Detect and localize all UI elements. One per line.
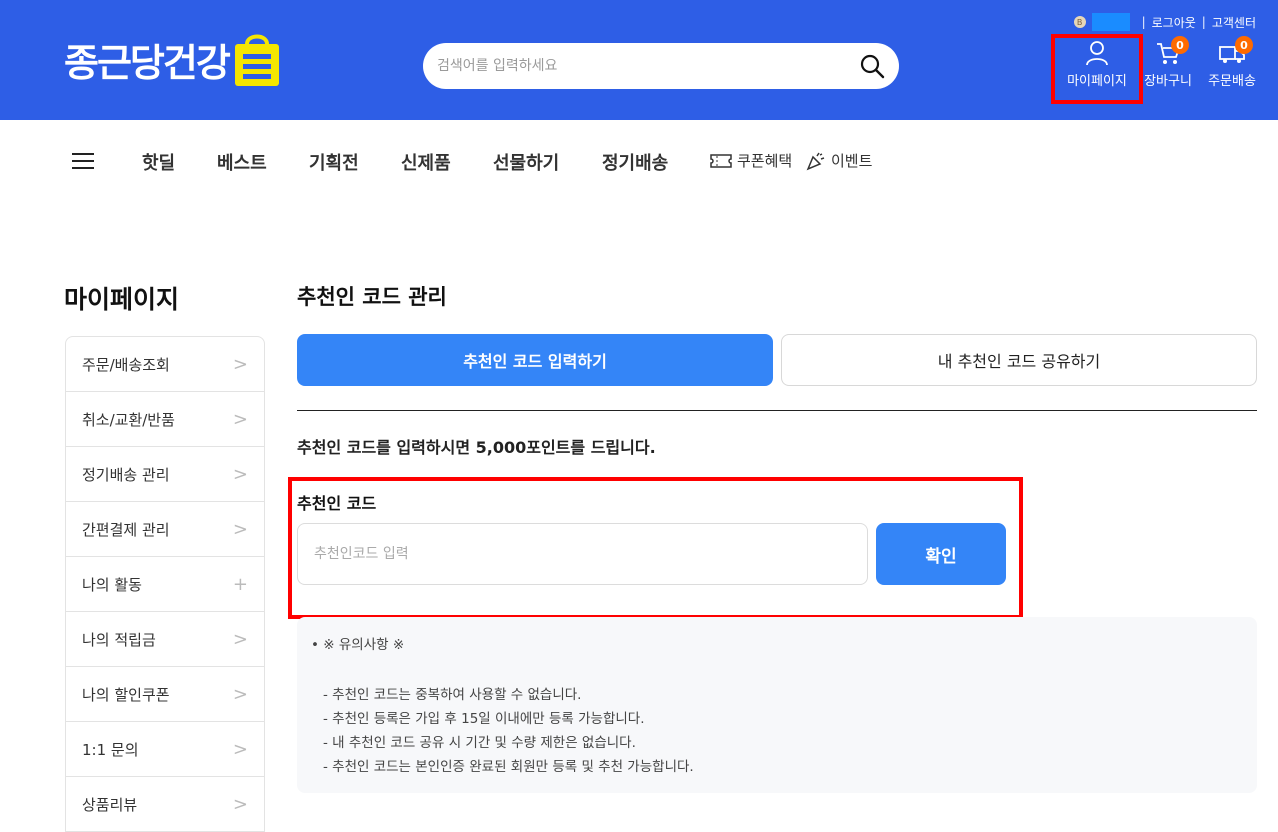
plus-icon: +	[232, 573, 248, 595]
confirm-button[interactable]: 확인	[876, 523, 1006, 585]
chevron-right-icon: >	[232, 353, 248, 375]
member-grade-icon: B	[1073, 16, 1086, 28]
shopping-bag-logo-icon	[234, 34, 279, 86]
guide-line: - 추천인 코드는 중복하여 사용할 수 없습니다.	[323, 687, 582, 703]
divider: |	[1201, 15, 1206, 29]
chevron-right-icon: >	[232, 738, 248, 760]
sidebar-item-easy-pay[interactable]: 간편결제 관리 >	[66, 502, 264, 557]
sidebar-title: 마이페이지	[64, 285, 180, 314]
mypage-button[interactable]: 마이페이지	[1062, 40, 1132, 89]
chevron-right-icon: >	[232, 793, 248, 815]
nav-new[interactable]: 신제품	[401, 149, 451, 175]
sidebar-item-inquiry[interactable]: 1:1 문의 >	[66, 722, 264, 777]
customer-center-link[interactable]: 고객센터	[1212, 14, 1256, 31]
cart-button[interactable]: 장바구니 0	[1133, 36, 1203, 89]
header: 종근당건강 B | 로그아웃 | 고객센터 마이페이지	[0, 0, 1278, 120]
reward-notice: 추천인 코드를 입력하시면 5,000포인트를 드립니다.	[297, 438, 656, 457]
guide-title: • ※ 유의사항 ※	[311, 637, 405, 653]
tab-share-code[interactable]: 내 추천인 코드 공유하기	[781, 334, 1257, 386]
nav-coupon[interactable]: 쿠폰혜택	[710, 150, 792, 171]
chevron-right-icon: >	[232, 408, 248, 430]
chevron-right-icon: >	[232, 683, 248, 705]
divider	[297, 410, 1257, 411]
sidebar-item-reviews[interactable]: 상품리뷰 >	[66, 777, 264, 832]
nav-event-label: 이벤트	[831, 152, 873, 170]
hamburger-menu-icon[interactable]	[72, 153, 94, 171]
nav-best[interactable]: 베스트	[217, 149, 267, 175]
nav-exhibition[interactable]: 기획전	[309, 149, 359, 175]
divider: |	[1141, 15, 1146, 29]
nav-hotdeal[interactable]: 핫딜	[142, 149, 175, 175]
cart-label: 장바구니	[1144, 74, 1192, 89]
guide-line: - 추천인 코드는 본인인증 완료된 회원만 등록 및 추천 가능합니다.	[323, 759, 694, 775]
user-icon	[1086, 41, 1108, 66]
chevron-right-icon: >	[232, 518, 248, 540]
guide-box: • ※ 유의사항 ※ - 추천인 코드는 중복하여 사용할 수 없습니다. - …	[297, 617, 1257, 793]
party-popper-icon	[806, 152, 825, 170]
tab-enter-code[interactable]: 추천인 코드 입력하기	[297, 334, 773, 386]
referral-code-input[interactable]	[297, 523, 868, 585]
logout-link[interactable]: 로그아웃	[1152, 14, 1196, 31]
search-icon[interactable]	[859, 53, 885, 79]
nav-event[interactable]: 이벤트	[806, 150, 872, 171]
utility-links: B | 로그아웃 | 고객센터	[1073, 13, 1256, 31]
ticket-icon	[710, 153, 732, 168]
sidebar-item-orders[interactable]: 주문/배송조회 >	[66, 337, 264, 392]
sidebar-item-returns[interactable]: 취소/교환/반품 >	[66, 392, 264, 447]
delivery-label: 주문배송	[1208, 74, 1256, 89]
user-name-badge	[1091, 13, 1130, 31]
nav-coupon-label: 쿠폰혜택	[737, 152, 793, 170]
logo[interactable]: 종근당건강	[64, 28, 283, 90]
nav-gift[interactable]: 선물하기	[493, 149, 559, 175]
page-title: 추천인 코드 관리	[297, 285, 447, 309]
chevron-right-icon: >	[232, 628, 248, 650]
sidebar-menu: 주문/배송조회 > 취소/교환/반품 > 정기배송 관리 > 간편결제 관리 > 나의 …	[65, 336, 265, 832]
guide-line: - 내 추천인 코드 공유 시 기간 및 수량 제한은 없습니다.	[323, 735, 636, 751]
delivery-count-badge: 0	[1235, 36, 1253, 54]
guide-line: - 추천인 등록은 가입 후 15일 이내에만 등록 가능합니다.	[323, 711, 645, 727]
chevron-right-icon: >	[232, 463, 248, 485]
logo-text: 종근당건강	[64, 40, 231, 85]
sidebar-item-subscription[interactable]: 정기배송 관리 >	[66, 447, 264, 502]
sidebar-item-coupons[interactable]: 나의 할인쿠폰 >	[66, 667, 264, 722]
mypage-label: 마이페이지	[1067, 74, 1127, 89]
nav-subscription[interactable]: 정기배송	[602, 149, 668, 175]
cart-count-badge: 0	[1171, 36, 1189, 54]
search-box	[423, 43, 899, 89]
delivery-button[interactable]: 주문배송 0	[1197, 36, 1267, 89]
code-field-label: 추천인 코드	[297, 494, 377, 513]
sidebar-item-activity[interactable]: 나의 활동 +	[66, 557, 264, 612]
sidebar-item-points[interactable]: 나의 적립금 >	[66, 612, 264, 667]
search-input[interactable]	[437, 43, 847, 89]
